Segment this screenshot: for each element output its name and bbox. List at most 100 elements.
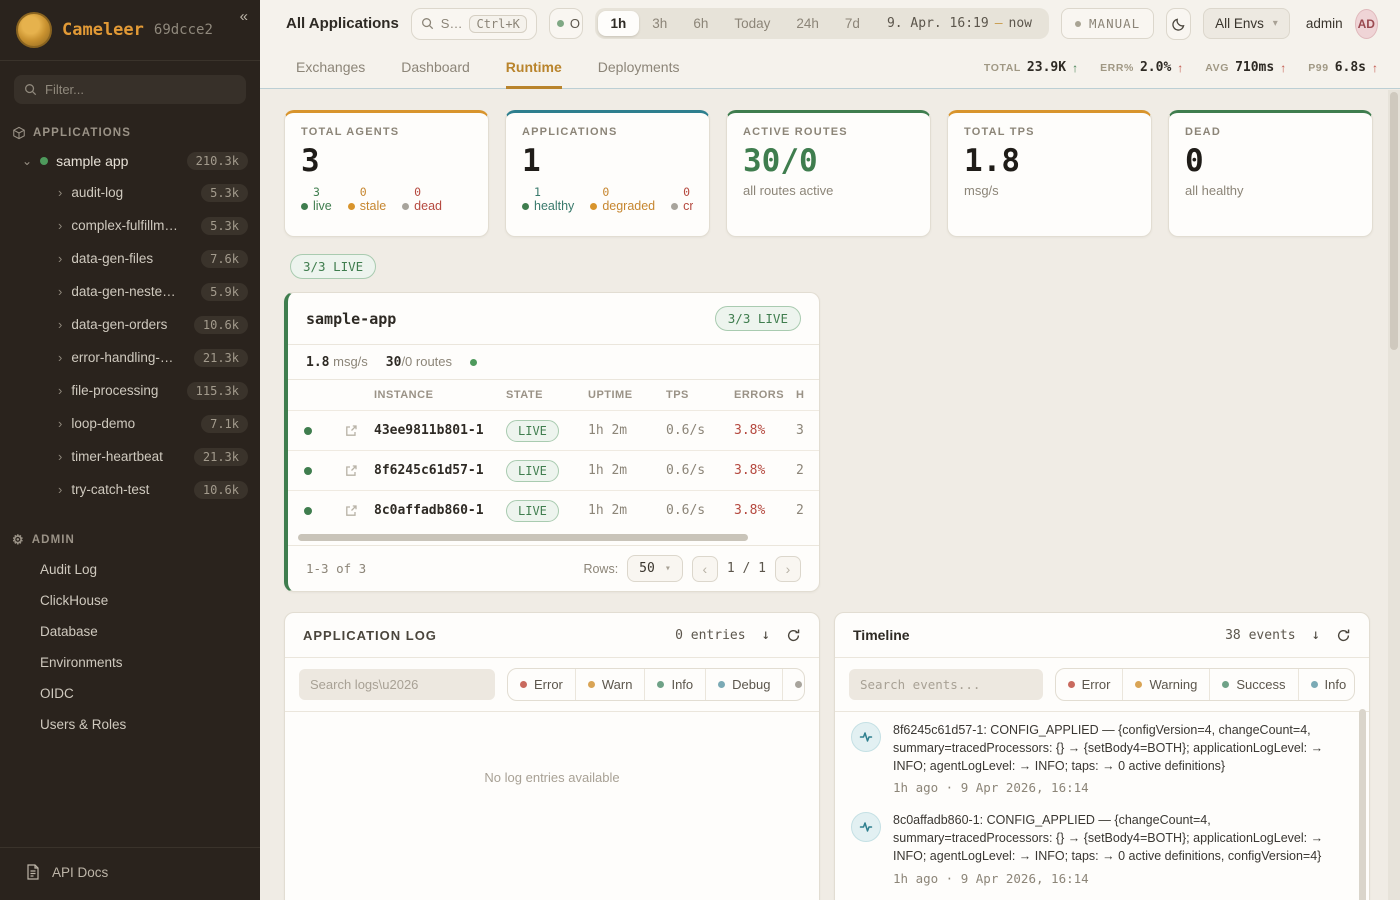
dark-mode-toggle[interactable] bbox=[1166, 8, 1191, 40]
chevron-right-icon[interactable]: › bbox=[58, 185, 62, 200]
filter-chip-success[interactable]: Success bbox=[1209, 669, 1297, 700]
prev-page-button[interactable]: ‹ bbox=[692, 556, 718, 582]
timeline-search-input[interactable] bbox=[849, 669, 1043, 700]
external-link-icon[interactable] bbox=[328, 464, 374, 478]
log-search-input[interactable] bbox=[299, 669, 495, 700]
filter-chip-info[interactable]: Info bbox=[1298, 669, 1355, 700]
filter-chip-debug[interactable]: Debug bbox=[705, 669, 782, 700]
horizontal-scrollbar[interactable] bbox=[298, 534, 809, 541]
app-name: sample-app bbox=[306, 310, 396, 328]
time-range-1h[interactable]: 1h bbox=[598, 11, 640, 36]
sidebar-item-error-handling[interactable]: › error-handling-… 21.3k bbox=[0, 341, 260, 374]
tab-runtime[interactable]: Runtime bbox=[506, 47, 562, 89]
table-row[interactable]: 43ee9811b801-1 LIVE 1h 2m 0.6/s 3.8% 3 bbox=[288, 410, 820, 450]
time-range-3h[interactable]: 3h bbox=[639, 11, 680, 36]
sidebar-filter[interactable] bbox=[14, 75, 246, 104]
tab-exchanges[interactable]: Exchanges bbox=[296, 47, 365, 89]
chevron-down-icon[interactable]: ⌄ bbox=[22, 154, 32, 168]
timeline-message: 8c0affadb860-1: CONFIG_APPLIED — {change… bbox=[893, 812, 1347, 865]
next-page-button[interactable]: › bbox=[775, 556, 801, 582]
download-icon[interactable]: ↓ bbox=[1312, 627, 1320, 643]
timeline-entry[interactable]: 8f6245c61d57-1: CONFIG_APPLIED — {config… bbox=[851, 722, 1347, 795]
live-summary-badge: 3/3 LIVE bbox=[290, 254, 376, 279]
date-range-to: now bbox=[1009, 16, 1032, 31]
chevron-right-icon[interactable]: › bbox=[58, 482, 62, 497]
sidebar-item-sample-app[interactable]: ⌄ sample app 210.3k bbox=[0, 146, 260, 176]
sidebar-item-data-gen-files[interactable]: › data-gen-files 7.6k bbox=[0, 242, 260, 275]
tree-item-label: audit-log bbox=[71, 185, 192, 200]
environment-select-value: All Envs bbox=[1215, 16, 1264, 31]
sidebar-item-users-roles[interactable]: Users & Roles bbox=[0, 709, 260, 740]
log-panel-header: APPLICATION LOG 0 entries ↓ bbox=[285, 613, 819, 658]
card-title: TOTAL TPS bbox=[964, 126, 1135, 138]
filter-chip-warn[interactable]: Warn bbox=[575, 669, 645, 700]
filter-chip-error[interactable]: Error bbox=[508, 669, 575, 700]
time-range-24h[interactable]: 24h bbox=[783, 11, 832, 36]
sidebar-item-database[interactable]: Database bbox=[0, 616, 260, 647]
time-range-6h[interactable]: 6h bbox=[680, 11, 721, 36]
global-search[interactable]: S… Ctrl+K bbox=[411, 8, 537, 40]
chevron-right-icon[interactable]: › bbox=[58, 449, 62, 464]
sidebar-filter-input[interactable] bbox=[45, 82, 236, 97]
scrollbar-thumb[interactable] bbox=[1359, 709, 1366, 900]
filter-chip-warning[interactable]: Warning bbox=[1122, 669, 1209, 700]
sidebar-item-timer-heartbeat[interactable]: › timer-heartbeat 21.3k bbox=[0, 440, 260, 473]
download-icon[interactable]: ↓ bbox=[762, 627, 770, 643]
chevron-right-icon[interactable]: › bbox=[58, 284, 62, 299]
timeline-scrollbar[interactable] bbox=[1359, 709, 1366, 900]
table-row[interactable]: 8f6245c61d57-1 LIVE 1h 2m 0.6/s 3.8% 2 bbox=[288, 450, 820, 490]
metric-p99-latency: P99 6.8s ↑ bbox=[1308, 60, 1378, 75]
date-range-display[interactable]: 9. Apr. 16:19—now bbox=[873, 11, 1046, 36]
sidebar-item-loop-demo[interactable]: › loop-demo 7.1k bbox=[0, 407, 260, 440]
chevron-right-icon[interactable]: › bbox=[58, 218, 62, 233]
scrollbar-thumb[interactable] bbox=[1390, 92, 1398, 350]
online-status-pill[interactable]: O bbox=[549, 8, 583, 39]
sidebar-item-complex-fulfillment[interactable]: › complex-fulfillm… 5.3k bbox=[0, 209, 260, 242]
substat-critical: 0criti bbox=[671, 186, 693, 214]
type-dot bbox=[1068, 681, 1075, 688]
sidebar-item-audit-log[interactable]: › audit-log 5.3k bbox=[0, 176, 260, 209]
search-icon bbox=[421, 17, 434, 30]
refresh-icon[interactable] bbox=[786, 628, 801, 643]
errors-value: 3.8% bbox=[734, 423, 796, 438]
sidebar-item-file-processing[interactable]: › file-processing 115.3k bbox=[0, 374, 260, 407]
sidebar-collapse-icon[interactable]: « bbox=[240, 8, 248, 25]
window-scrollbar[interactable] bbox=[1388, 90, 1400, 900]
refresh-icon[interactable] bbox=[1336, 628, 1351, 643]
filter-chip-error[interactable]: Error bbox=[1056, 669, 1123, 700]
sidebar-item-audit-log-admin[interactable]: Audit Log bbox=[0, 554, 260, 585]
sidebar-item-data-gen-nested[interactable]: › data-gen-neste… 5.9k bbox=[0, 275, 260, 308]
chip-label: Success bbox=[1236, 677, 1285, 692]
filter-chip-trace[interactable]: Trace bbox=[782, 669, 805, 700]
sidebar-item-data-gen-orders[interactable]: › data-gen-orders 10.6k bbox=[0, 308, 260, 341]
table-row[interactable]: 8c0affadb860-1 LIVE 1h 2m 0.6/s 3.8% 2 bbox=[288, 490, 820, 530]
page-title: All Applications bbox=[286, 15, 399, 32]
tab-dashboard[interactable]: Dashboard bbox=[401, 47, 470, 89]
filter-chip-info[interactable]: Info bbox=[644, 669, 705, 700]
api-docs-link[interactable]: API Docs bbox=[0, 847, 260, 900]
tree-item-label: error-handling-… bbox=[71, 350, 185, 365]
chevron-right-icon[interactable]: › bbox=[58, 350, 62, 365]
tree-item-label: file-processing bbox=[71, 383, 177, 398]
chevron-right-icon[interactable]: › bbox=[58, 383, 62, 398]
external-link-icon[interactable] bbox=[328, 504, 374, 518]
manual-refresh-button[interactable]: MANUAL bbox=[1061, 8, 1154, 39]
rows-per-page-select[interactable]: 50 ▾ bbox=[627, 555, 683, 582]
time-range-today[interactable]: Today bbox=[721, 11, 783, 36]
scrollbar-thumb[interactable] bbox=[298, 534, 748, 541]
col-errors: ERRORS bbox=[734, 389, 796, 401]
sidebar-item-try-catch-test[interactable]: › try-catch-test 10.6k bbox=[0, 473, 260, 506]
tab-deployments[interactable]: Deployments bbox=[598, 47, 680, 89]
time-range-7d[interactable]: 7d bbox=[832, 11, 873, 36]
environment-select[interactable]: All Envs ▾ bbox=[1203, 8, 1290, 39]
sidebar-item-clickhouse[interactable]: ClickHouse bbox=[0, 585, 260, 616]
timeline-entry[interactable]: 8c0affadb860-1: CONFIG_APPLIED — {change… bbox=[851, 812, 1347, 885]
chevron-right-icon[interactable]: › bbox=[58, 251, 62, 266]
chevron-right-icon[interactable]: › bbox=[58, 317, 62, 332]
sidebar-item-environments[interactable]: Environments bbox=[0, 647, 260, 678]
avatar[interactable]: AD bbox=[1355, 9, 1378, 39]
external-link-icon[interactable] bbox=[328, 424, 374, 438]
chevron-right-icon[interactable]: › bbox=[58, 416, 62, 431]
table-footer: 1-3 of 3 Rows: 50 ▾ ‹ 1 / 1 › bbox=[288, 545, 819, 591]
sidebar-item-oidc[interactable]: OIDC bbox=[0, 678, 260, 709]
